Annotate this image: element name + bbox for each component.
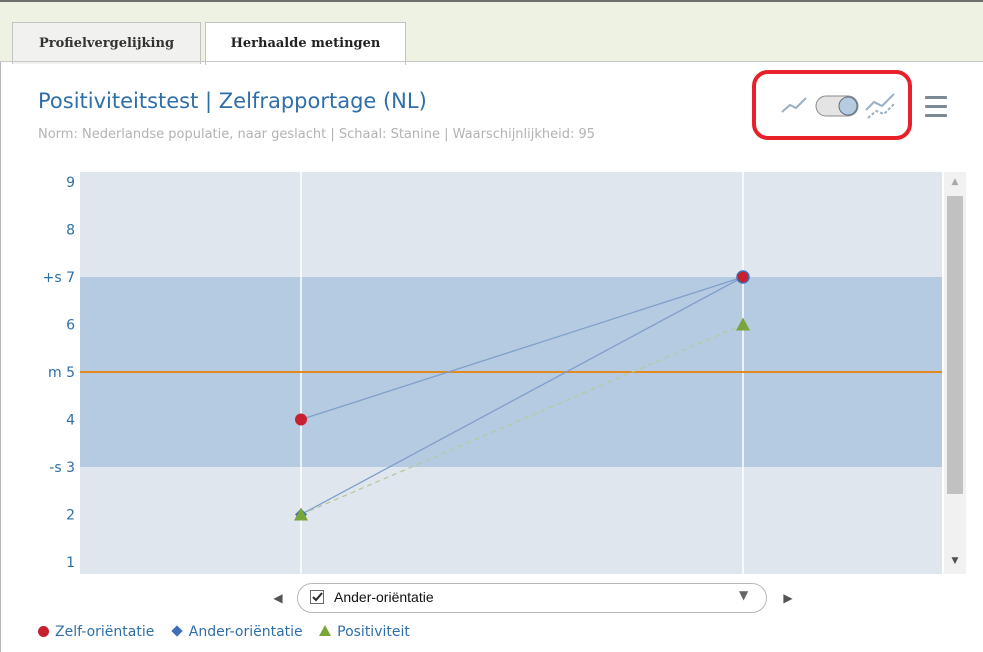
repeated-measures-chart: 9 8 +s 7 6 m 5 4 -s 3 2 1 — [43, 172, 942, 574]
line-chart-icon[interactable] — [781, 97, 807, 113]
menu-icon[interactable] — [925, 96, 947, 118]
y-tick-label: 2 — [66, 508, 75, 524]
y-tick-label: 6 — [66, 318, 75, 334]
scale-selector-label: Ander-oriëntatie — [334, 589, 434, 605]
tab-profielvergelijking[interactable]: Profielvergelijking — [12, 22, 201, 64]
y-tick-label: 9 — [66, 175, 75, 191]
dropdown-arrow-icon[interactable]: ▼ — [739, 588, 748, 602]
scrollbar-thumb[interactable] — [947, 196, 963, 494]
legend-label: Ander-oriëntatie — [188, 624, 303, 640]
legend-item-zelf[interactable]: Zelf-oriëntatie — [38, 624, 154, 640]
y-tick-label: -s 3 — [49, 460, 75, 476]
scale-checkbox[interactable] — [310, 590, 324, 604]
tab-herhaalde-metingen[interactable]: Herhaalde metingen — [205, 22, 406, 65]
triangle-marker-icon — [319, 625, 332, 636]
legend-label: Zelf-oriëntatie — [55, 624, 155, 640]
scale-selector[interactable]: Ander-oriëntatie ▼ — [297, 583, 767, 613]
chart-subtitle: Norm: Nederlandse populatie, naar geslac… — [38, 127, 596, 142]
chart-title: Positiviteitstest | Zelfrapportage (NL) — [38, 89, 427, 113]
y-tick-label: 4 — [66, 413, 75, 429]
next-arrow-icon[interactable]: ▶ — [780, 589, 796, 607]
legend-item-ander[interactable]: Ander-oriëntatie — [171, 624, 303, 640]
scroll-up-arrow-icon[interactable]: ▲ — [944, 175, 966, 189]
chart-legend: Zelf-oriëntatie Ander-oriëntatie Positiv… — [38, 624, 422, 640]
diamond-marker-icon — [171, 625, 183, 637]
data-point-circle — [295, 413, 307, 426]
y-tick-label: 8 — [66, 223, 75, 239]
multi-line-chart-icon[interactable] — [865, 93, 895, 119]
scroll-down-arrow-icon[interactable]: ▼ — [944, 554, 966, 568]
legend-label: Positiviteit — [337, 624, 410, 640]
tab-divider — [0, 61, 983, 62]
previous-arrow-icon[interactable]: ◀ — [270, 589, 286, 607]
view-toggle-switch[interactable] — [815, 95, 859, 117]
tab-bar: Profielvergelijking Herhaalde metingen — [0, 0, 983, 65]
y-tick-label: +s 7 — [43, 270, 75, 286]
data-point-circle — [736, 270, 750, 284]
legend-item-positiviteit[interactable]: Positiviteit — [319, 624, 410, 640]
circle-marker-icon — [38, 626, 49, 637]
y-tick-label: 1 — [66, 555, 75, 571]
view-toggle-group — [752, 70, 912, 140]
y-tick-label: m 5 — [48, 365, 75, 381]
